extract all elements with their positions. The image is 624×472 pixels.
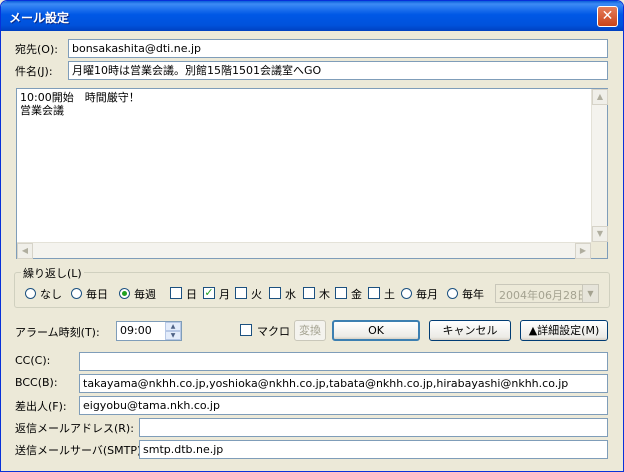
scroll-right-icon[interactable]: ▶ bbox=[575, 243, 591, 259]
repeat-yearly-radio[interactable] bbox=[447, 288, 458, 299]
checkmark-icon: ✓ bbox=[204, 286, 214, 299]
repeat-group-title: 繰り返し(L) bbox=[21, 265, 84, 281]
cancel-button[interactable]: キャンセル bbox=[429, 320, 511, 341]
close-icon: ✕ bbox=[601, 8, 614, 24]
scroll-down-icon[interactable]: ▼ bbox=[592, 226, 608, 242]
dialog-client: 宛先(O): bonsakashita@dti.ne.jp 件名(J): 月曜1… bbox=[4, 31, 620, 469]
repeat-date-combo[interactable]: 2004年06月28日 ▼ bbox=[495, 284, 599, 303]
repeat-weekly-radio[interactable] bbox=[119, 288, 130, 299]
cc-label: CC(C): bbox=[15, 354, 51, 367]
vertical-scrollbar[interactable]: ▲ ▼ bbox=[591, 89, 608, 242]
cc-field[interactable] bbox=[79, 352, 608, 371]
horizontal-scrollbar[interactable]: ◀ ▶ bbox=[17, 242, 591, 259]
reply-address-field[interactable] bbox=[139, 418, 608, 437]
spin-up-icon[interactable]: ▲ bbox=[165, 322, 181, 331]
smtp-server-field[interactable]: smtp.dtb.ne.jp bbox=[139, 440, 608, 459]
macro-label: マクロ bbox=[257, 325, 290, 338]
day-sun-checkbox[interactable] bbox=[170, 287, 182, 299]
chevron-down-icon[interactable]: ▼ bbox=[582, 285, 598, 302]
reply-label: 返信メールアドレス(R): bbox=[15, 422, 134, 435]
day-mon-checkbox[interactable]: ✓ bbox=[203, 287, 215, 299]
day-tue-checkbox[interactable] bbox=[235, 287, 247, 299]
scroll-corner bbox=[591, 242, 607, 258]
alarm-time-value: 09:00 bbox=[120, 324, 152, 337]
window-title: メール設定 bbox=[9, 11, 70, 25]
body-text: 10:00開始 時間厳守！ 営業会議 bbox=[20, 91, 140, 117]
close-button[interactable]: ✕ bbox=[597, 6, 618, 27]
day-sun-label: 日 bbox=[186, 288, 197, 301]
day-thu-checkbox[interactable] bbox=[303, 287, 315, 299]
bcc-label: BCC(B): bbox=[15, 376, 58, 389]
stepper-buttons: ▲ ▼ bbox=[165, 322, 181, 340]
detail-settings-button[interactable]: ▲詳細設定(M) bbox=[520, 320, 608, 341]
repeat-monthly-radio[interactable] bbox=[401, 288, 412, 299]
scroll-up-icon[interactable]: ▲ bbox=[592, 89, 608, 105]
repeat-daily-radio[interactable] bbox=[71, 288, 82, 299]
repeat-none-label: なし bbox=[40, 288, 62, 301]
ok-button[interactable]: OK bbox=[332, 320, 420, 341]
alarm-time-stepper[interactable]: 09:00 ▲ ▼ bbox=[116, 321, 182, 341]
repeat-monthly-label: 毎月 bbox=[416, 288, 438, 301]
repeat-yearly-label: 毎年 bbox=[462, 288, 484, 301]
from-label: 差出人(F): bbox=[15, 400, 67, 413]
alarm-label: アラーム時刻(T): bbox=[15, 326, 100, 339]
title-bar[interactable]: メール設定 ✕ bbox=[1, 1, 623, 31]
smtp-label: 送信メールサーバ(SMTP): bbox=[15, 444, 146, 457]
repeat-date-value: 2004年06月28日 bbox=[499, 289, 588, 302]
day-mon-label: 月 bbox=[219, 288, 230, 301]
day-thu-label: 木 bbox=[319, 288, 330, 301]
mail-settings-window: メール設定 ✕ 宛先(O): bonsakashita@dti.ne.jp 件名… bbox=[0, 0, 624, 472]
to-label: 宛先(O): bbox=[15, 43, 58, 56]
repeat-weekly-label: 毎週 bbox=[134, 288, 156, 301]
body-textarea[interactable]: 10:00開始 時間厳守！ 営業会議 ▲ ▼ ◀ ▶ bbox=[16, 88, 608, 259]
macro-checkbox[interactable] bbox=[240, 324, 252, 336]
repeat-none-radio[interactable] bbox=[25, 288, 36, 299]
repeat-daily-label: 毎日 bbox=[86, 288, 108, 301]
day-wed-label: 水 bbox=[285, 288, 296, 301]
spin-down-icon[interactable]: ▼ bbox=[165, 331, 181, 340]
scroll-left-icon[interactable]: ◀ bbox=[17, 243, 33, 259]
subject-field[interactable]: 月曜10時は営業会議。別館15階1501会議室へGO bbox=[68, 61, 608, 80]
bcc-field[interactable]: takayama@nkhh.co.jp,yoshioka@nkhh.co.jp,… bbox=[79, 374, 608, 393]
day-sat-label: 土 bbox=[384, 288, 395, 301]
from-field[interactable]: eigyobu@tama.nkh.co.jp bbox=[79, 396, 608, 415]
repeat-group: 繰り返し(L) なし 毎日 毎週 日 ✓ 月 火 水 木 金 土 毎月 毎年 2… bbox=[14, 265, 610, 308]
day-wed-checkbox[interactable] bbox=[269, 287, 281, 299]
day-fri-checkbox[interactable] bbox=[335, 287, 347, 299]
convert-button[interactable]: 変換 bbox=[294, 320, 326, 341]
day-sat-checkbox[interactable] bbox=[368, 287, 380, 299]
day-tue-label: 火 bbox=[251, 288, 262, 301]
to-field[interactable]: bonsakashita@dti.ne.jp bbox=[68, 39, 608, 58]
subject-label: 件名(J): bbox=[15, 65, 53, 78]
day-fri-label: 金 bbox=[351, 288, 362, 301]
